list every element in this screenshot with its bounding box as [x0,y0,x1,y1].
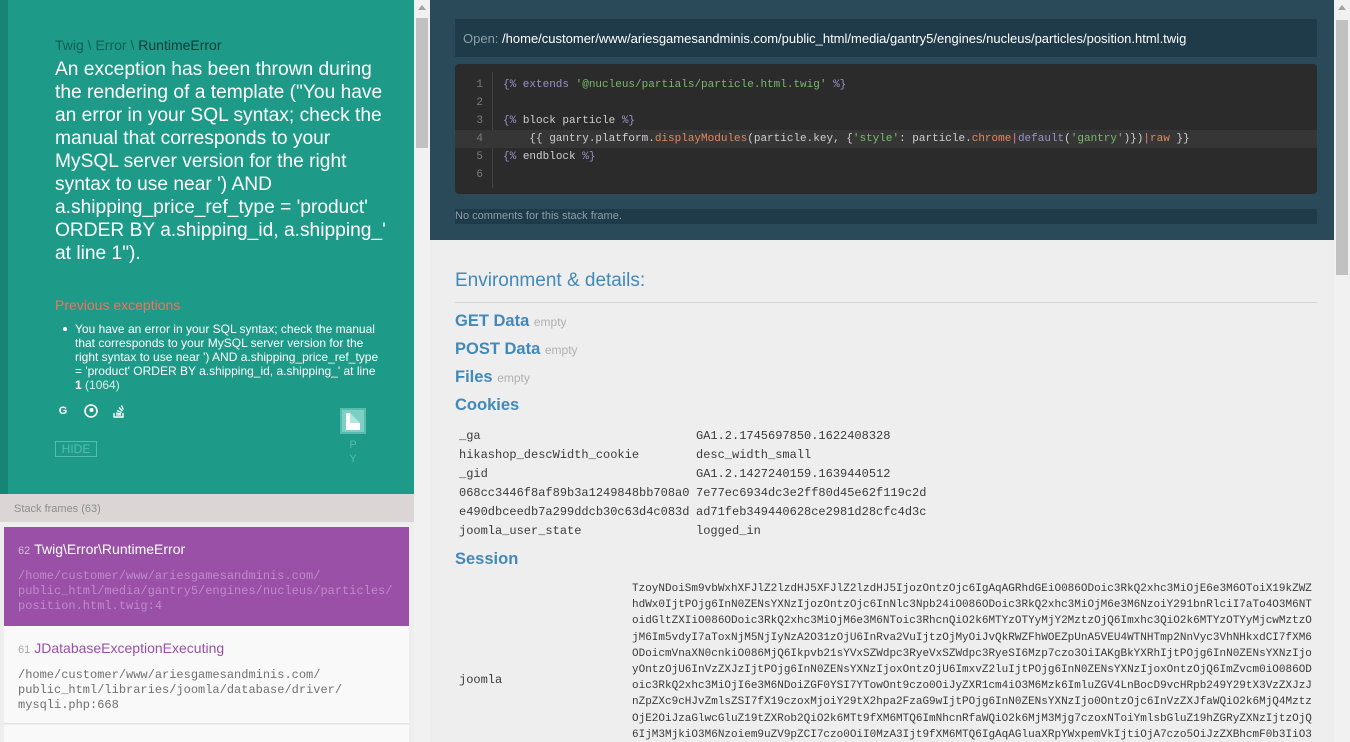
scroll-up-icon[interactable] [1338,5,1346,10]
divider [455,302,1317,303]
list-item: You have an error in your SQL syntax; ch… [63,322,381,392]
hide-button[interactable]: HIDE [55,441,97,457]
exception-header: Twig \ Error \ RuntimeError An exception… [0,0,414,494]
environment-title: Environment & details: [455,270,646,291]
stack-frame-next[interactable] [4,725,409,742]
section-cookies: Cookies [455,396,520,414]
frame-file: /home/customer/www/ariesgamesandminis.co… [18,569,393,613]
left-scrollbar[interactable] [414,0,430,742]
exception-type: Twig \ Error \ RuntimeError [55,37,222,53]
frame-class: Twig\Error\RuntimeError [34,541,186,557]
scroll-up-icon[interactable] [418,5,426,10]
duckduckgo-icon[interactable] [83,403,99,419]
cookie-row: _gid GA1.2.1427240159.1639440512 [459,467,891,481]
section-post-data: POST Data empty [455,340,578,358]
cookie-row: _ga GA1.2.1745697850.1622408328 [459,429,891,443]
code-block: 1 {% extends '@nucleus/partials/particle.… [455,64,1317,194]
exception-message: An exception has been thrown during the … [55,59,386,264]
search-links: G [55,403,127,419]
copy-label: P Y [349,439,357,465]
code-line: 2 [476,97,483,109]
code-line-highlighted: 4 {{ gantry.platform.displayModules(part… [455,130,1317,148]
stack-frame-61[interactable]: 61 JDatabaseExceptionExecuting /home/cust… [4,626,409,724]
frame-class: JDatabaseExceptionExecuting [34,640,225,656]
section-get-data: GET Data empty [455,312,567,330]
session-value: TzoyNDoiSm9vbWxhXFJlZ2lzdHJ5XFJlZ2lzdHJ5… [632,583,1312,741]
cookie-row: 068cc3446f8af89b3a1249848bb708a0 7e77ec69… [459,486,927,500]
code-frame: Open: /home/customer/www/ariesgamesandmi… [430,0,1334,240]
scroll-thumb[interactable] [1336,20,1348,275]
cookie-row: joomla_user_state logged_in [459,524,761,538]
code-line: 5 {% endblock %} [476,151,596,163]
previous-exceptions-list: You have an error in your SQL syntax; ch… [63,322,381,392]
code-line: 6 [476,169,483,181]
left-panel: Twig \ Error \ RuntimeError An exception… [0,0,430,742]
google-icon[interactable]: G [55,403,71,419]
code-line: 1 {% extends '@nucleus/partials/particle.… [476,79,847,91]
cookie-row: hikashop_descWidth_cookie desc_width_smal… [459,448,812,462]
right-panel: Open: /home/customer/www/ariesgamesandmi… [430,0,1334,742]
section-session: Session [455,550,519,568]
open-file-bar: Open: /home/customer/www/ariesgamesandmi… [455,19,1317,57]
cookie-row: e490dbceedb7a299ddcb30c63d4c083d ad71feb3… [459,505,927,519]
copy-button[interactable] [340,408,366,434]
frame-file: /home/customer/www/ariesgamesandminis.co… [18,668,343,712]
file-path-link[interactable]: /home/customer/www/ariesgamesandminis.co… [502,31,1186,46]
stack-frame-62[interactable]: 62 Twig\Error\RuntimeError /home/customer… [4,527,409,626]
session-key: joomla [459,673,503,687]
code-line: 3 {% block particle %} [476,115,636,127]
right-scrollbar[interactable] [1334,0,1350,742]
scroll-thumb[interactable] [416,18,428,148]
frame-comments: No comments for this stack frame. [455,209,1317,224]
section-files: Files empty [455,368,530,386]
previous-exceptions-title: Previous exceptions [55,297,181,313]
stackoverflow-icon[interactable] [111,403,127,419]
stack-frames-header: Stack frames (63) [0,494,414,522]
copy-icon [346,412,360,430]
